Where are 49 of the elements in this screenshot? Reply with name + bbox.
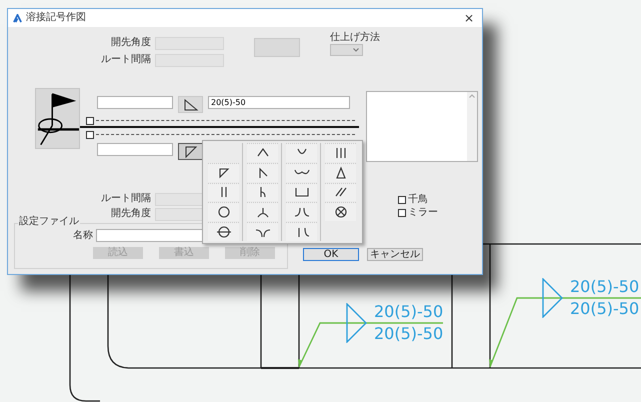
flare-j-icon[interactable] <box>286 222 317 241</box>
fillet-weld-icon <box>184 146 198 158</box>
window-title: 溶接記号作図 <box>26 13 86 23</box>
double-u-icon[interactable] <box>286 162 317 182</box>
fillet-weld-symbol <box>346 303 368 343</box>
weld-dimension: 20(5)-50 <box>570 299 640 319</box>
flare-bevel-icon[interactable] <box>286 202 317 222</box>
text-field[interactable] <box>97 143 173 156</box>
chevron-down-icon <box>353 48 359 52</box>
weld-dimension: 20(5)-50 <box>374 324 444 344</box>
checkbox-label: ミラー <box>408 207 438 219</box>
checkbox-label: 千鳥 <box>408 194 428 206</box>
square-groove-icon[interactable] <box>208 182 239 202</box>
u-groove-icon[interactable] <box>286 143 317 162</box>
group-title: 設定ファイル <box>18 217 80 227</box>
fillet-weld-icon[interactable] <box>208 162 239 182</box>
dialog-button[interactable]: キャンセル <box>367 248 423 261</box>
flare-v-icon[interactable] <box>247 222 278 241</box>
field-label: 仕上げ方法 <box>330 33 380 43</box>
j-groove-icon[interactable] <box>247 182 278 202</box>
weld-flag-preview <box>35 88 80 149</box>
field-label: ルート間隔 <box>101 55 151 65</box>
seam-weld-icon[interactable] <box>208 222 239 241</box>
checkbox[interactable] <box>398 196 406 204</box>
v-groove-icon[interactable] <box>247 143 278 162</box>
double-slash-icon[interactable] <box>325 182 356 202</box>
close-button[interactable]: × <box>460 12 477 24</box>
field-label: ルート間隔 <box>101 194 151 204</box>
chevron-up-icon <box>469 94 475 98</box>
fillet-weld-symbol <box>542 278 564 318</box>
bevel-groove-icon[interactable] <box>247 162 278 182</box>
triangle-icon <box>182 98 198 110</box>
plug-weld-icon[interactable] <box>286 182 317 202</box>
dimension-field[interactable]: 20(5)-50 <box>208 96 350 109</box>
field-label: 名称 <box>73 230 93 240</box>
spot-weld-icon[interactable] <box>208 202 239 222</box>
checkbox[interactable] <box>398 209 406 217</box>
field-label: 開先角度 <box>111 209 151 219</box>
symbol-button[interactable] <box>178 143 203 160</box>
checkbox[interactable] <box>86 130 94 138</box>
dialog-button[interactable]: OK <box>303 248 359 261</box>
weld-dimension: 20(5)-50 <box>374 302 444 322</box>
weld-dimension: 20(5)-50 <box>570 277 640 297</box>
y-groove-icon[interactable] <box>247 202 278 222</box>
text-field[interactable] <box>97 96 173 109</box>
app-logo-icon <box>13 14 22 22</box>
scrollbar[interactable] <box>467 92 477 161</box>
field-label: 開先角度 <box>111 38 151 48</box>
checkbox[interactable] <box>86 116 94 124</box>
